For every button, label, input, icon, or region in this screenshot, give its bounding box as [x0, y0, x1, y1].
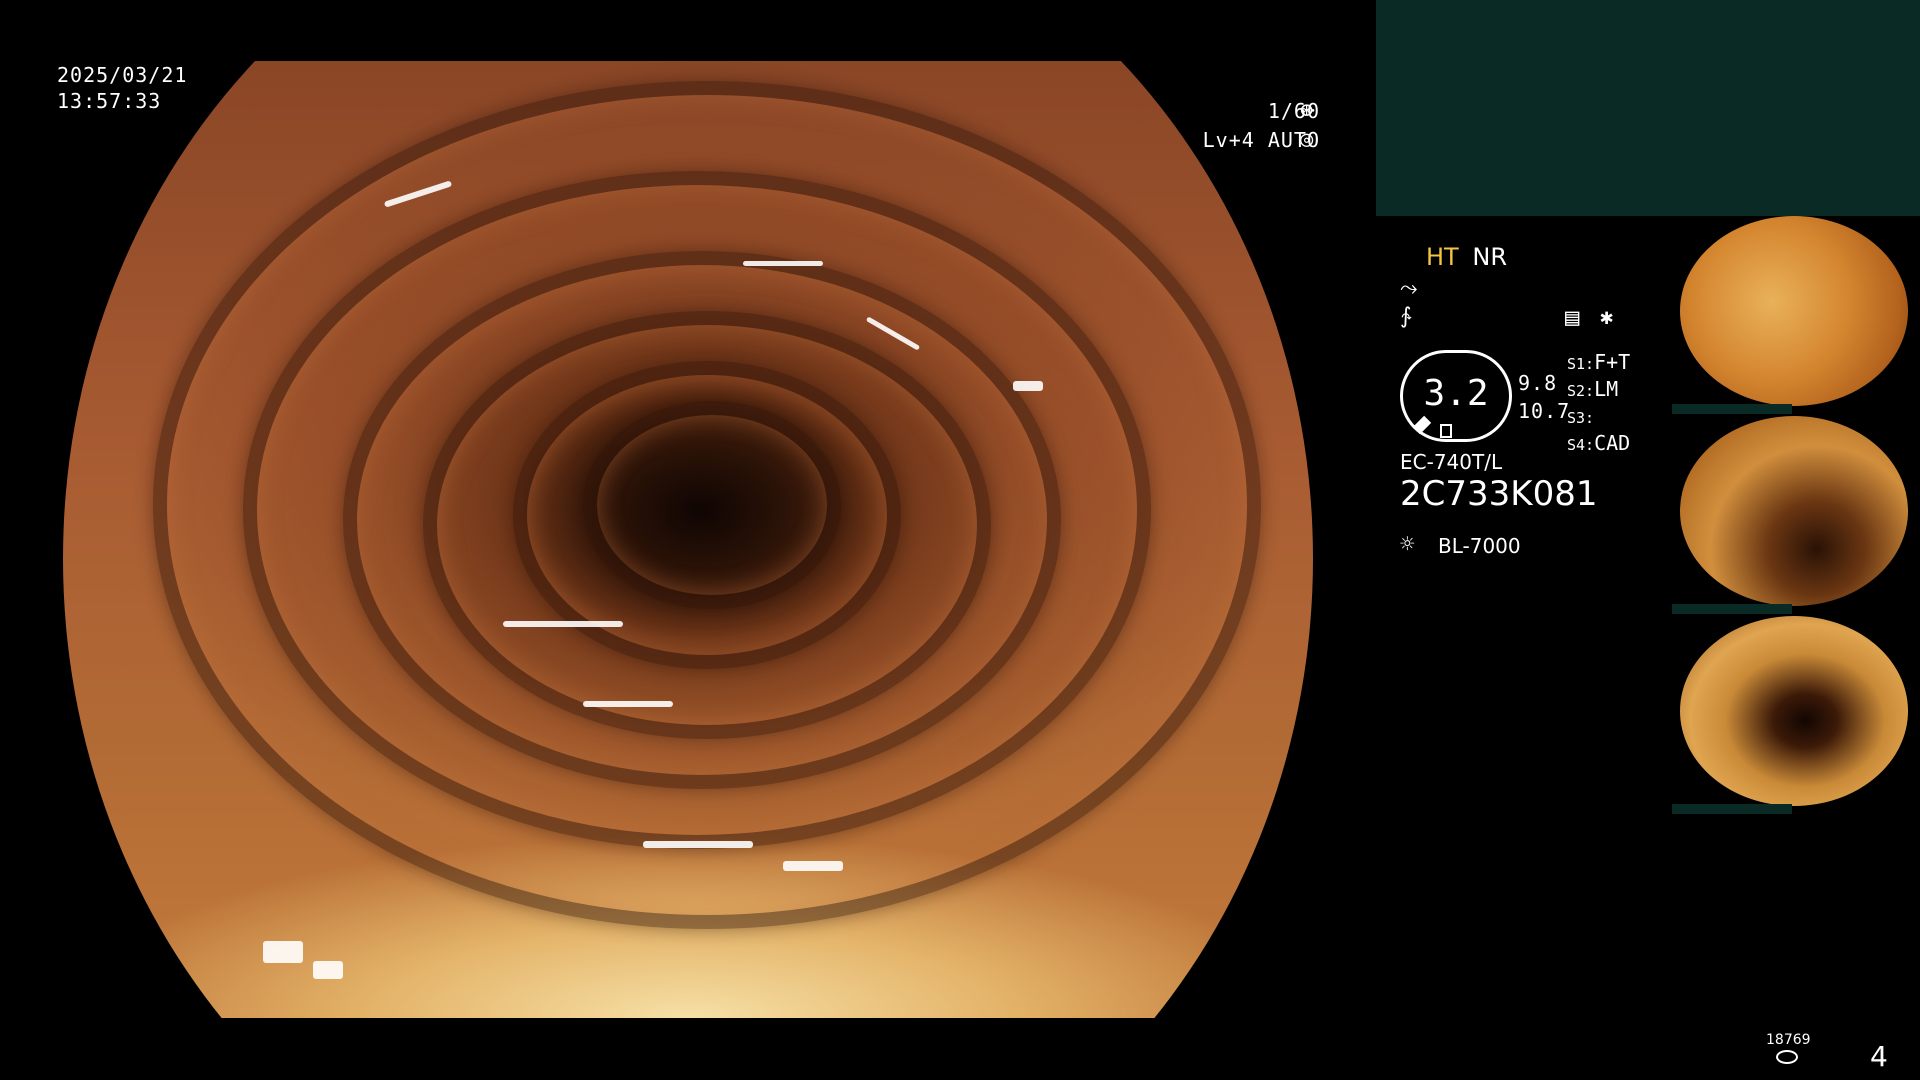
- info-panel-header: [1376, 0, 1920, 216]
- color-enhance-icon: ∱: [1400, 304, 1412, 329]
- frame-counter: 18769: [1766, 1032, 1811, 1048]
- thumbnail-3[interactable]: [1672, 616, 1916, 814]
- reading-a: 9.8: [1518, 371, 1558, 395]
- switch-s4: S4:CAD: [1567, 431, 1631, 455]
- switch-list: S1:F+T S2:LM S3: S4:CAD: [1567, 350, 1630, 458]
- scope-reading-value: 3.2: [1423, 373, 1489, 414]
- shutter-icon: ⊛: [1300, 98, 1315, 123]
- structure-enhance-icon: ⤳: [1400, 276, 1418, 301]
- page-number: 4: [1870, 1040, 1888, 1073]
- storage-icon: [1776, 1050, 1798, 1064]
- switch-s3: S3:: [1567, 409, 1595, 427]
- switch-s1: S1:F+T: [1567, 350, 1631, 374]
- thumbnail-1[interactable]: [1672, 216, 1916, 414]
- switch-s2: S2:LM: [1567, 377, 1619, 401]
- auto-exposure-icon: ◎: [1300, 127, 1315, 152]
- menu-icon: ▤: [1565, 303, 1580, 331]
- nr-mode-label: NR: [1472, 243, 1507, 271]
- time-label: 13:57:33: [57, 89, 162, 113]
- ht-mode-label: HT: [1426, 243, 1459, 271]
- scope-serial: 2C733K081: [1400, 474, 1598, 514]
- date-label: 2025/03/21: [57, 63, 188, 87]
- processing-modes: HT NR: [1426, 243, 1507, 271]
- light-source-icon: ☼: [1400, 530, 1415, 558]
- scope-model: EC-740T/L: [1400, 450, 1503, 474]
- reading-b: 10.7: [1518, 399, 1571, 423]
- tip-icon: [1440, 424, 1452, 438]
- asterisk-icon: ✱: [1600, 305, 1614, 330]
- endoscope-main-view: [63, 61, 1313, 1018]
- thumbnail-2[interactable]: [1672, 416, 1916, 614]
- light-source-model: BL-7000: [1438, 534, 1521, 558]
